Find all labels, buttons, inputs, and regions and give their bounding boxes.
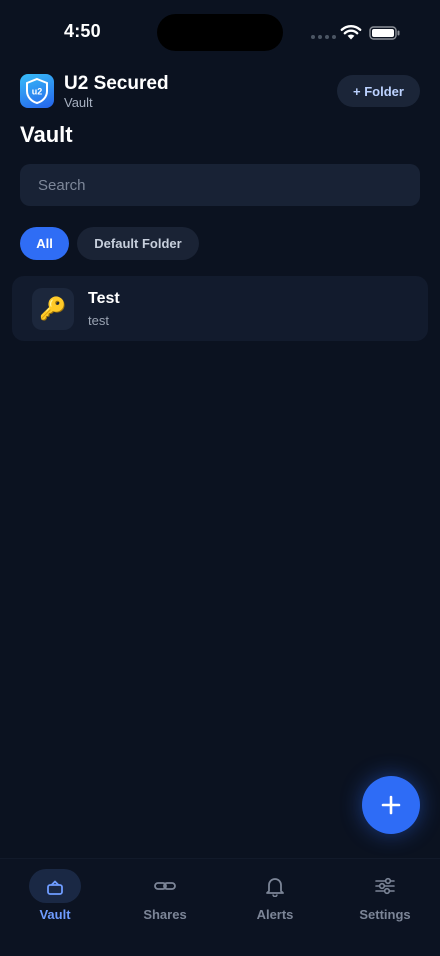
lock-icon (47, 880, 63, 895)
vault-item[interactable]: 🔑 Test test (12, 276, 428, 341)
tab-vault[interactable]: Vault (0, 869, 110, 922)
add-folder-button[interactable]: + Folder (337, 75, 420, 107)
battery-icon (369, 26, 400, 40)
app-logo: u2 (20, 74, 54, 108)
tab-shares[interactable]: Shares (110, 869, 220, 922)
dynamic-island (157, 14, 283, 51)
tab-alerts-label: Alerts (256, 907, 294, 922)
vault-screen: 4:50 u2 U2 Secured Vault + Folder Vault … (0, 0, 440, 956)
app-name: U2 Secured (64, 73, 169, 94)
app-subtitle: Vault (64, 95, 93, 110)
search-input[interactable] (36, 175, 420, 195)
key-icon: 🔑 (32, 288, 74, 330)
tab-settings[interactable]: Settings (330, 869, 440, 922)
tab-alerts[interactable]: Alerts (220, 869, 330, 922)
tab-settings-label: Settings (359, 907, 411, 922)
bell-icon (266, 878, 284, 897)
wifi-icon (340, 25, 362, 40)
filter-chip-default-folder[interactable]: Default Folder (77, 227, 199, 260)
tab-bar: Vault Shares Alerts Settings (0, 858, 440, 956)
plus-icon (381, 795, 401, 815)
sliders-icon (375, 877, 395, 895)
link-icon (154, 882, 176, 890)
cellular-signal-icon (311, 35, 336, 39)
tab-shares-label: Shares (143, 907, 187, 922)
logo-text: u2 (32, 87, 43, 97)
search-bar[interactable] (20, 164, 420, 206)
vault-item-title: Test (88, 290, 120, 307)
vault-item-subtitle: test (88, 313, 109, 328)
add-item-button[interactable] (362, 776, 420, 834)
tab-vault-label: Vault (39, 907, 71, 922)
status-time: 4:50 (64, 21, 101, 41)
page-title: Vault (20, 122, 73, 147)
shield-icon: u2 (26, 77, 48, 105)
filter-chip-all[interactable]: All (20, 227, 69, 260)
